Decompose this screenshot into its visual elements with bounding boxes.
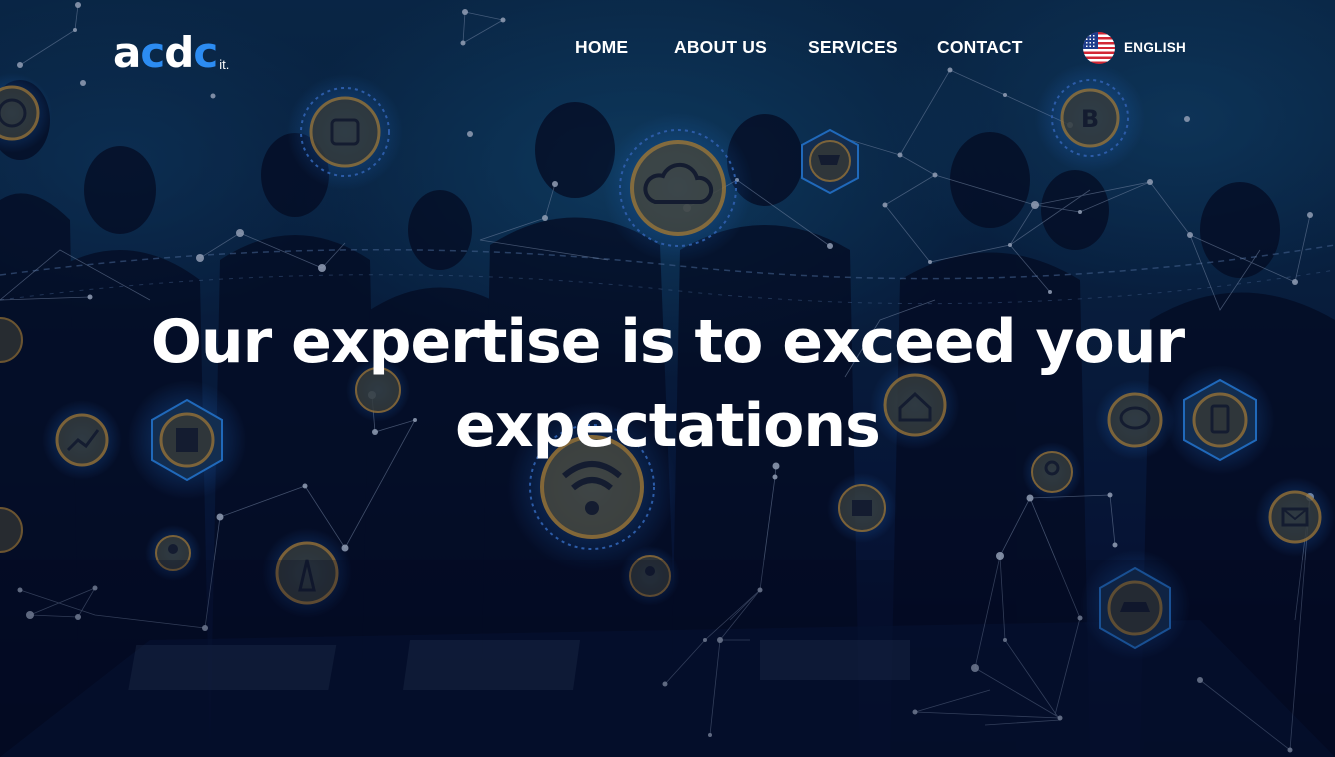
- us-flag-icon: [1083, 31, 1115, 64]
- logo-wordmark: acdc: [113, 28, 218, 77]
- logo-suffix: it.: [219, 57, 230, 72]
- hero-headline: Our expertise is to exceed your expectat…: [0, 300, 1335, 468]
- language-label: ENGLISH: [1124, 40, 1187, 55]
- nav-about-link[interactable]: ABOUT US: [674, 37, 767, 58]
- language-selector[interactable]: ENGLISH: [1083, 31, 1186, 64]
- hero-section: B acdc it. HOME ABOUT US SERVICES CONTAC…: [0, 0, 1335, 757]
- hero-headline-line2: expectations: [455, 391, 881, 461]
- site-logo[interactable]: acdc it.: [113, 26, 229, 74]
- hero-headline-line1: Our expertise is to exceed your: [150, 307, 1185, 377]
- nav-home-link[interactable]: HOME: [575, 37, 628, 58]
- nav-services-link[interactable]: SERVICES: [808, 37, 898, 58]
- nav-contact-link[interactable]: CONTACT: [937, 37, 1023, 58]
